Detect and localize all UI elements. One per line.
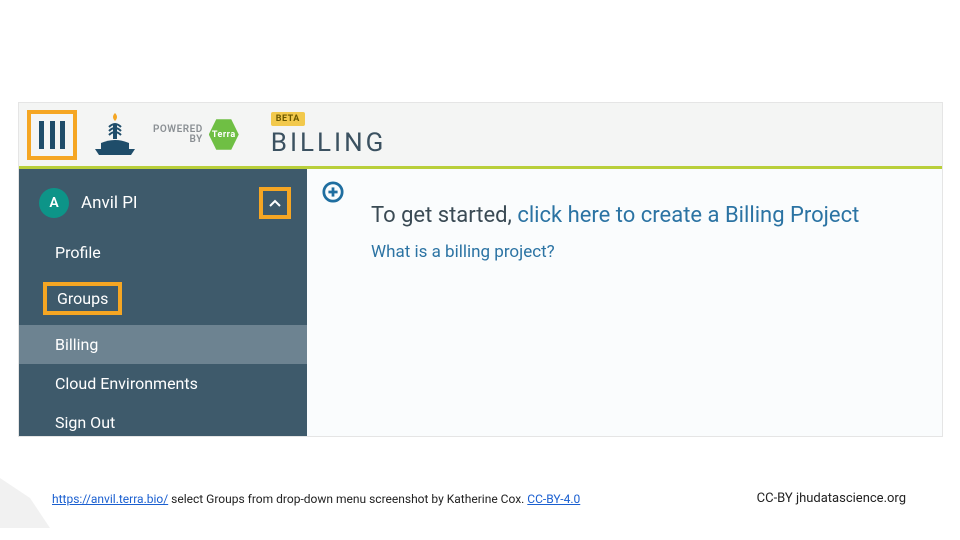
beta-badge: BETA: [271, 112, 305, 126]
user-menu-dropdown: A Anvil PI Profile Groups Billing: [19, 169, 307, 436]
terra-logo-icon: Terra: [209, 118, 239, 152]
footer-attribution: CC-BY jhudatascience.org: [757, 491, 906, 506]
avatar: A: [39, 188, 69, 218]
menu-item-sign-out[interactable]: Sign Out: [19, 403, 307, 442]
powered-by-terra: POWERED BY Terra: [153, 118, 239, 152]
menu-item-label: Sign Out: [55, 413, 115, 432]
license-link[interactable]: CC-BY-4.0: [527, 492, 580, 506]
footer-text: select Groups from drop-down menu screen…: [168, 492, 527, 506]
menu-item-billing[interactable]: Billing: [19, 325, 307, 364]
powered-label-top: POWERED: [153, 125, 203, 135]
cta-prefix: To get started,: [371, 203, 517, 228]
powered-label-bottom: BY: [153, 135, 203, 145]
anvil-logo: [91, 111, 139, 159]
decorative-corner: [0, 478, 50, 528]
hamburger-icon: [39, 121, 65, 149]
user-menu-list: Profile Groups Billing Cloud Environment…: [19, 233, 307, 442]
what-is-billing-project-link[interactable]: What is a billing project?: [371, 242, 922, 262]
user-name: Anvil PI: [81, 193, 247, 213]
footer-caption: https://anvil.terra.bio/ select Groups f…: [52, 492, 580, 506]
add-billing-project-icon[interactable]: [322, 181, 344, 203]
create-billing-project-link[interactable]: click here to create a Billing Project: [517, 203, 859, 228]
topbar: POWERED BY Terra BETA BILLING: [19, 103, 942, 169]
app-shell: POWERED BY Terra BETA BILLING A Anv: [18, 102, 943, 437]
menu-item-profile[interactable]: Profile: [19, 233, 307, 272]
content-area: To get started, click here to create a B…: [307, 169, 942, 436]
page-title-block: BETA BILLING: [271, 112, 387, 158]
user-row[interactable]: A Anvil PI: [19, 179, 307, 233]
menu-item-label: Billing: [55, 335, 98, 354]
hamburger-menu-button[interactable]: [27, 110, 77, 160]
menu-item-label: Groups: [43, 282, 122, 315]
menu-item-groups[interactable]: Groups: [19, 272, 307, 325]
cta-line: To get started, click here to create a B…: [371, 203, 922, 228]
main-row: A Anvil PI Profile Groups Billing: [19, 169, 942, 436]
page-title: BILLING: [271, 128, 387, 158]
menu-item-cloud-environments[interactable]: Cloud Environments: [19, 364, 307, 403]
menu-item-label: Profile: [55, 243, 101, 262]
collapse-menu-button[interactable]: [259, 187, 291, 219]
source-url-link[interactable]: https://anvil.terra.bio/: [52, 492, 168, 506]
menu-item-label: Cloud Environments: [55, 374, 198, 393]
chevron-up-icon: [269, 199, 281, 207]
